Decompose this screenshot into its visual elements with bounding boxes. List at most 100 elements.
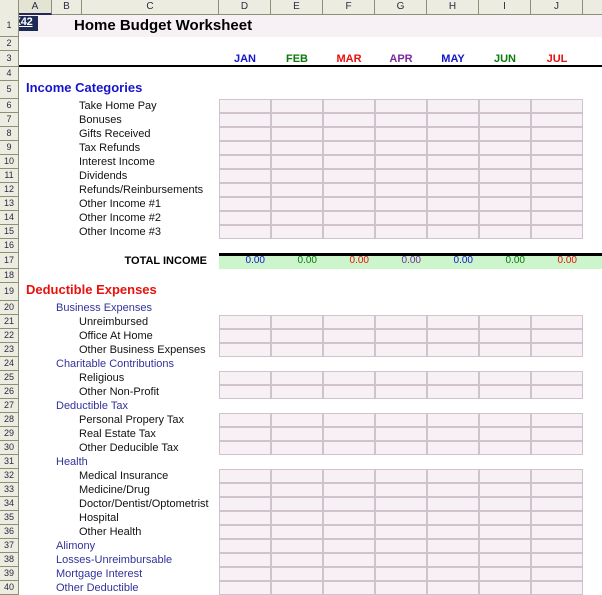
input-cell-r38-mar[interactable] (323, 553, 375, 567)
input-cell-r37-apr[interactable] (375, 539, 427, 553)
input-cell-r38-jul[interactable] (531, 553, 583, 567)
input-cell-r9-jun[interactable] (479, 141, 531, 155)
column-header-a[interactable]: A (19, 0, 52, 15)
input-cell-r22-mar[interactable] (323, 329, 375, 343)
input-cell-r38-feb[interactable] (271, 553, 323, 567)
input-cell-r7-apr[interactable] (375, 113, 427, 127)
input-cell-r13-apr[interactable] (375, 197, 427, 211)
input-cell-r32-jan[interactable] (219, 469, 271, 483)
input-cell-r21-may[interactable] (427, 315, 479, 329)
column-header-i[interactable]: I (479, 0, 531, 14)
row-header-34[interactable]: 34 (0, 497, 19, 511)
input-cell-r40-may[interactable] (427, 581, 479, 595)
input-cell-r36-jul[interactable] (531, 525, 583, 539)
input-cell-r35-jan[interactable] (219, 511, 271, 525)
row-header-35[interactable]: 35 (0, 511, 19, 525)
input-cell-r14-jan[interactable] (219, 211, 271, 225)
row-header-24[interactable]: 24 (0, 357, 19, 371)
input-cell-r8-jun[interactable] (479, 127, 531, 141)
input-cell-r13-jan[interactable] (219, 197, 271, 211)
input-cell-r35-jul[interactable] (531, 511, 583, 525)
input-cell-r13-mar[interactable] (323, 197, 375, 211)
input-cell-r39-jul[interactable] (531, 567, 583, 581)
input-cell-r39-jun[interactable] (479, 567, 531, 581)
input-cell-r23-feb[interactable] (271, 343, 323, 357)
input-cell-r40-jan[interactable] (219, 581, 271, 595)
column-header-c[interactable]: C (82, 0, 219, 14)
input-cell-r26-apr[interactable] (375, 385, 427, 399)
input-cell-r36-may[interactable] (427, 525, 479, 539)
input-cell-r33-may[interactable] (427, 483, 479, 497)
input-cell-r30-jan[interactable] (219, 441, 271, 455)
row-header-26[interactable]: 26 (0, 385, 19, 399)
input-cell-r9-apr[interactable] (375, 141, 427, 155)
input-cell-r28-jul[interactable] (531, 413, 583, 427)
input-cell-r25-apr[interactable] (375, 371, 427, 385)
input-cell-r7-may[interactable] (427, 113, 479, 127)
input-cell-r11-jan[interactable] (219, 169, 271, 183)
input-cell-r15-jul[interactable] (531, 225, 583, 239)
row-header-17[interactable]: 17 (0, 253, 19, 269)
input-cell-r8-jul[interactable] (531, 127, 583, 141)
row-header-14[interactable]: 14 (0, 211, 19, 225)
input-cell-r38-apr[interactable] (375, 553, 427, 567)
input-cell-r13-jul[interactable] (531, 197, 583, 211)
input-cell-r23-jul[interactable] (531, 343, 583, 357)
input-cell-r40-feb[interactable] (271, 581, 323, 595)
input-cell-r6-mar[interactable] (323, 99, 375, 113)
input-cell-r10-feb[interactable] (271, 155, 323, 169)
column-header-h[interactable]: H (427, 0, 479, 14)
row-header-7[interactable]: 7 (0, 113, 19, 127)
input-cell-r14-jul[interactable] (531, 211, 583, 225)
row-header-30[interactable]: 30 (0, 441, 19, 455)
name-box-badge[interactable]: VX42 (19, 16, 38, 31)
input-cell-r38-jun[interactable] (479, 553, 531, 567)
input-cell-r8-may[interactable] (427, 127, 479, 141)
row-header-32[interactable]: 32 (0, 469, 19, 483)
input-cell-r33-jul[interactable] (531, 483, 583, 497)
input-cell-r32-jul[interactable] (531, 469, 583, 483)
row-header-28[interactable]: 28 (0, 413, 19, 427)
input-cell-r25-may[interactable] (427, 371, 479, 385)
input-cell-r14-may[interactable] (427, 211, 479, 225)
input-cell-r7-jul[interactable] (531, 113, 583, 127)
input-cell-r15-jun[interactable] (479, 225, 531, 239)
row-header-20[interactable]: 20 (0, 301, 19, 315)
input-cell-r12-feb[interactable] (271, 183, 323, 197)
input-cell-r14-jun[interactable] (479, 211, 531, 225)
input-cell-r38-jan[interactable] (219, 553, 271, 567)
input-cell-r15-may[interactable] (427, 225, 479, 239)
input-cell-r9-mar[interactable] (323, 141, 375, 155)
row-header-18[interactable]: 18 (0, 269, 19, 283)
input-cell-r25-feb[interactable] (271, 371, 323, 385)
row-header-27[interactable]: 27 (0, 399, 19, 413)
input-cell-r29-jul[interactable] (531, 427, 583, 441)
column-header-f[interactable]: F (323, 0, 375, 14)
input-cell-r23-jun[interactable] (479, 343, 531, 357)
input-cell-r12-jul[interactable] (531, 183, 583, 197)
input-cell-r40-apr[interactable] (375, 581, 427, 595)
row-header-22[interactable]: 22 (0, 329, 19, 343)
input-cell-r37-jul[interactable] (531, 539, 583, 553)
input-cell-r22-jan[interactable] (219, 329, 271, 343)
row-header-6[interactable]: 6 (0, 99, 19, 113)
input-cell-r8-apr[interactable] (375, 127, 427, 141)
row-header-38[interactable]: 38 (0, 553, 19, 567)
input-cell-r33-jun[interactable] (479, 483, 531, 497)
input-cell-r6-jul[interactable] (531, 99, 583, 113)
input-cell-r28-feb[interactable] (271, 413, 323, 427)
input-cell-r36-apr[interactable] (375, 525, 427, 539)
input-cell-r33-jan[interactable] (219, 483, 271, 497)
row-header-2[interactable]: 2 (0, 37, 19, 51)
input-cell-r40-jul[interactable] (531, 581, 583, 595)
row-header-39[interactable]: 39 (0, 567, 19, 581)
row-header-21[interactable]: 21 (0, 315, 19, 329)
column-header-e[interactable]: E (271, 0, 323, 14)
input-cell-r11-jul[interactable] (531, 169, 583, 183)
input-cell-r25-jun[interactable] (479, 371, 531, 385)
input-cell-r11-apr[interactable] (375, 169, 427, 183)
input-cell-r14-mar[interactable] (323, 211, 375, 225)
row-header-9[interactable]: 9 (0, 141, 19, 155)
input-cell-r32-feb[interactable] (271, 469, 323, 483)
input-cell-r29-apr[interactable] (375, 427, 427, 441)
